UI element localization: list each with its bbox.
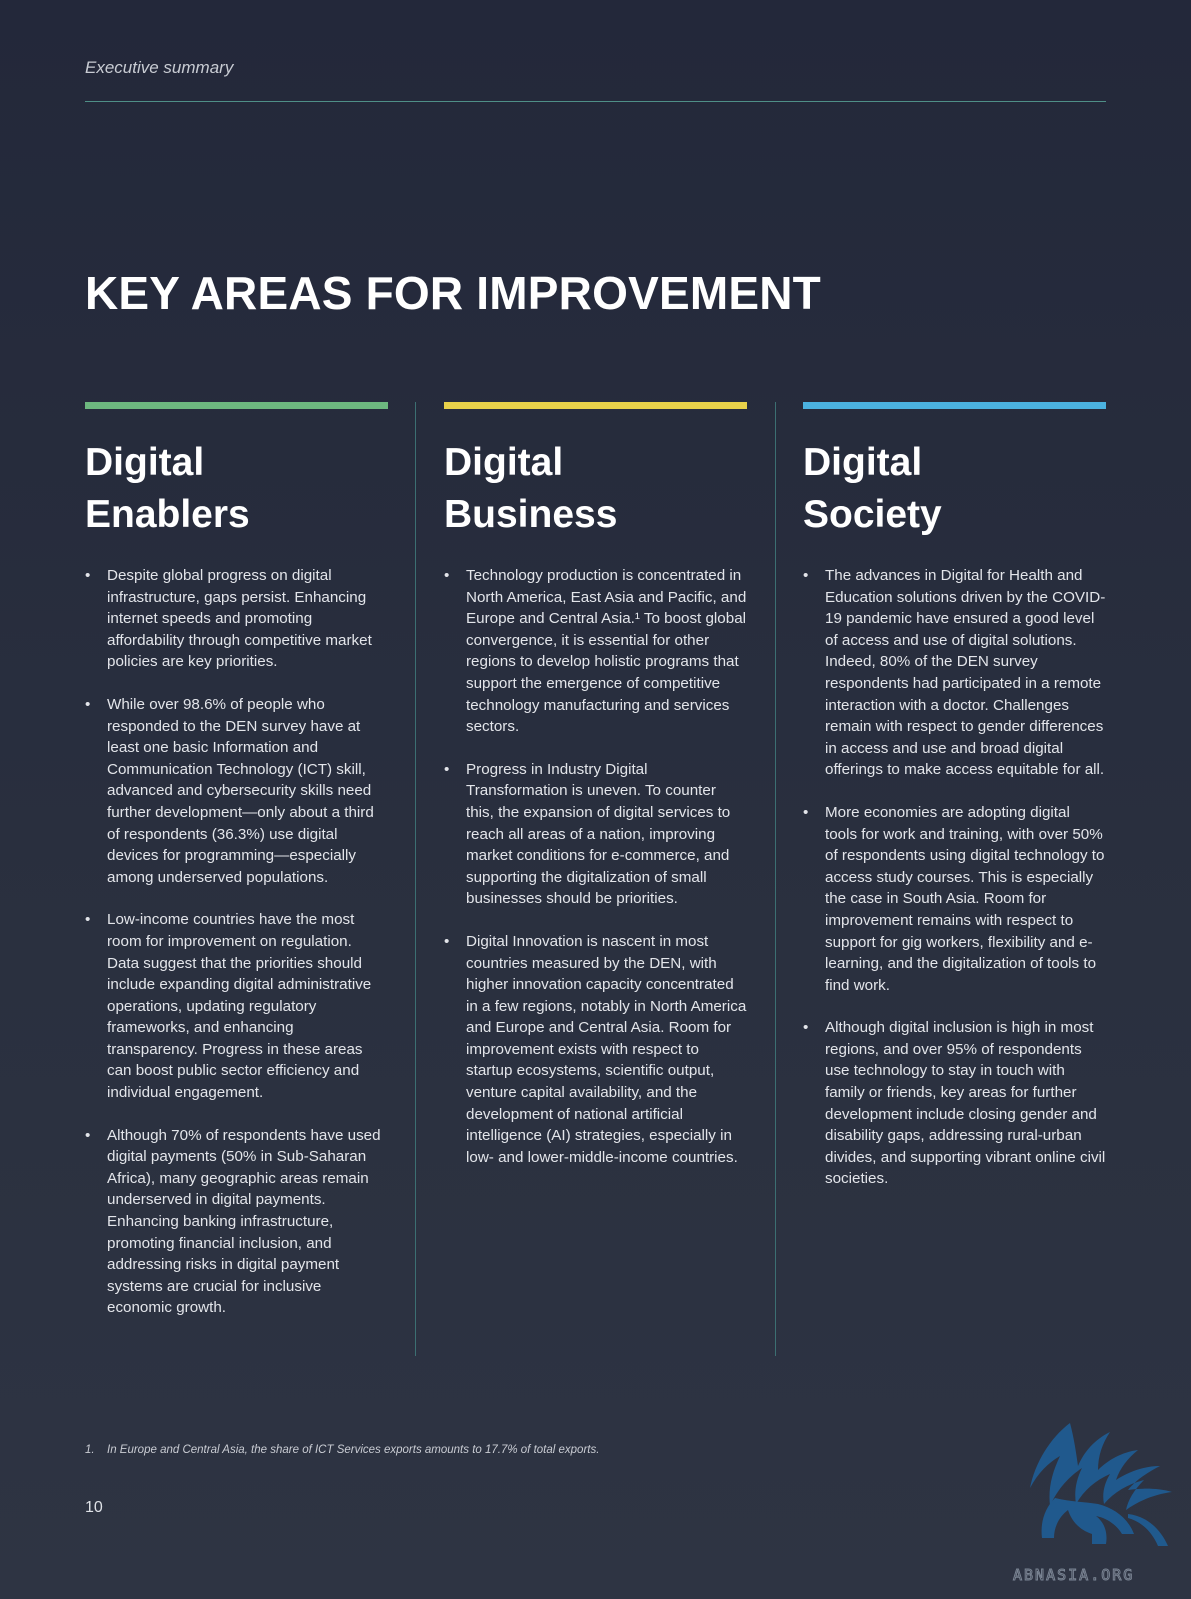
list-item: • Digital Innovation is nascent in most c… — [444, 931, 747, 1169]
running-head: Executive summary — [85, 58, 234, 77]
list-item: • While over 98.6% of people who responde… — [85, 694, 388, 888]
bullet-icon: • — [444, 932, 450, 950]
list-item: • Progress in Industry Digital Transforma… — [444, 759, 747, 910]
column-heading: Digital Society — [803, 441, 942, 536]
list-item-text: The advances in Digital for Health and E… — [825, 567, 1106, 779]
column-divider — [775, 402, 776, 1356]
list-item-text: Technology production is concentrated in… — [466, 567, 747, 736]
list-item-text: More economies are adopting digital tool… — [825, 803, 1105, 994]
list-item-text: Although 70% of respondents have used di… — [107, 1126, 381, 1317]
bullet-icon: • — [803, 1019, 809, 1037]
page-number: 10 — [85, 1499, 103, 1516]
list-item-text: Despite global progress on digital infra… — [107, 567, 372, 671]
griffin-logo-icon — [1030, 1423, 1172, 1546]
column-accent-bar — [444, 402, 747, 409]
column-heading: Digital Enablers — [85, 441, 250, 536]
bullet-icon: • — [85, 695, 91, 713]
footnote-number: 1. — [85, 1444, 95, 1456]
footnote: 1. In Europe and Central Asia, the share … — [85, 1444, 599, 1456]
bullet-icon: • — [85, 567, 91, 584]
footnote-text: In Europe and Central Asia, the share of… — [107, 1444, 600, 1456]
list-item-text: Although digital inclusion is high in mo… — [825, 1019, 1106, 1188]
bullet-icon: • — [803, 803, 809, 821]
list-item: • Despite global progress on digital infr… — [85, 565, 388, 673]
list-item: • Technology production is concentrated i… — [444, 565, 747, 738]
bullet-icon: • — [444, 760, 450, 778]
list-item-text: Low-income countries have the most room … — [107, 911, 372, 1102]
column-digital-enablers: Digital Enablers • Despite global progres… — [85, 402, 388, 1340]
column-heading: Digital Business — [444, 441, 618, 536]
list-item: • Low-income countries have the most room… — [85, 909, 388, 1103]
bullet-list: • The advances in Digital for Health and … — [803, 565, 1106, 1190]
list-item: • More economies are adopting digital too… — [803, 802, 1106, 996]
bullet-icon: • — [85, 911, 91, 929]
bullet-list: • Despite global progress on digital infr… — [85, 565, 388, 1319]
list-item-text: While over 98.6% of people who responded… — [107, 695, 374, 886]
watermark: ABNASIA.ORG — [1012, 1566, 1135, 1585]
header-divider — [85, 101, 1106, 102]
column-accent-bar — [803, 402, 1106, 409]
list-item: • Although digital inclusion is high in m… — [803, 1017, 1106, 1190]
list-item: • The advances in Digital for Health and … — [803, 565, 1106, 781]
bullet-icon: • — [803, 567, 809, 584]
list-item: • Although 70% of respondents have used d… — [85, 1125, 388, 1319]
page-title: KEY AREAS FOR IMPROVEMENT — [85, 267, 821, 319]
column-divider — [415, 402, 416, 1356]
list-item-text: Digital Innovation is nascent in most co… — [466, 932, 747, 1166]
bullet-list: • Technology production is concentrated i… — [444, 565, 747, 1168]
bullet-icon: • — [85, 1126, 91, 1144]
bullet-icon: • — [444, 567, 450, 584]
column-accent-bar — [85, 402, 388, 409]
list-item-text: Progress in Industry Digital Transformat… — [466, 760, 731, 908]
column-digital-society: Digital Society • The advances in Digital… — [803, 402, 1106, 1211]
column-digital-business: Digital Business • Technology production … — [444, 402, 747, 1189]
